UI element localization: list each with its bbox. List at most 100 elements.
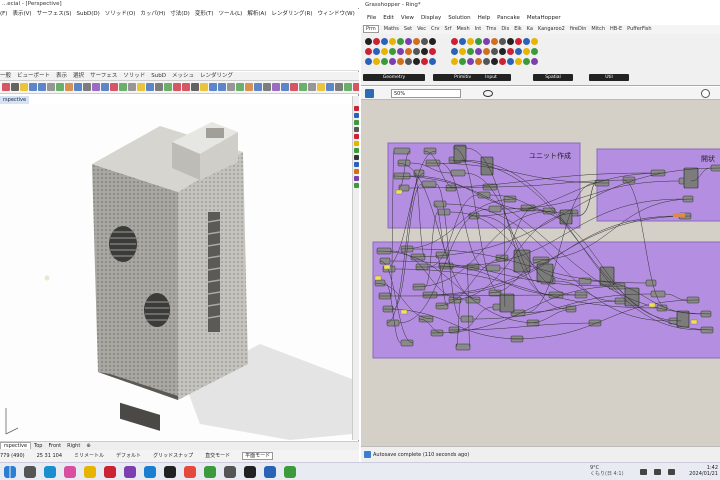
rhino-tool-icon[interactable] <box>146 83 154 91</box>
windows-start-icon[interactable] <box>4 466 16 478</box>
rhino-menu-item[interactable]: 変形(T) <box>195 11 214 17</box>
rhino-tool-icon[interactable] <box>164 83 172 91</box>
side-tool-icon[interactable] <box>353 106 359 111</box>
gh-component-icon[interactable] <box>531 38 538 45</box>
gh-component-icon[interactable] <box>405 48 412 55</box>
side-tool-icon[interactable] <box>353 141 359 146</box>
rhino-toolbar-tab[interactable]: ビューポート <box>17 73 50 79</box>
gh-panel[interactable] <box>648 302 656 308</box>
viewport-tab[interactable]: Right <box>64 443 83 449</box>
gh-component-icon[interactable] <box>515 58 522 65</box>
gh-component-icon[interactable] <box>483 38 490 45</box>
gh-component-icon[interactable] <box>491 48 498 55</box>
gh-component-icon[interactable] <box>373 58 380 65</box>
ribbon-group-label[interactable]: Util <box>589 74 629 81</box>
gh-component[interactable] <box>485 264 501 272</box>
rhino-tool-icon[interactable] <box>254 83 262 91</box>
gh-component-tab[interactable]: Crv <box>431 26 440 32</box>
rhino-status-item[interactable]: デフォルト <box>116 453 141 459</box>
clock[interactable]: 1:42 2024/01/21 <box>682 465 718 479</box>
rhino-tool-icon[interactable] <box>56 83 64 91</box>
rhino-tool-icon[interactable] <box>83 83 91 91</box>
side-tool-icon[interactable] <box>353 148 359 153</box>
rhino-tool-icon[interactable] <box>74 83 82 91</box>
gh-panel[interactable] <box>383 264 391 270</box>
gh-component-icon[interactable] <box>467 58 474 65</box>
gh-component-icon[interactable] <box>459 38 466 45</box>
rhino-tool-icon[interactable] <box>110 83 118 91</box>
gh-component[interactable] <box>460 315 474 323</box>
gh-component-tab[interactable]: HB-E <box>610 26 622 32</box>
gh-canvas[interactable]: ユニット作成 開状 <box>361 100 720 446</box>
gh-component-icon[interactable] <box>515 38 522 45</box>
rhino-status-item[interactable]: グリッドスナップ <box>153 453 193 459</box>
rhino-menu-item[interactable]: サーフェス(S) <box>37 11 72 17</box>
viewport-tab[interactable]: Top <box>31 443 45 449</box>
gh-component[interactable] <box>645 279 657 287</box>
rhino-toolbar-tab[interactable]: メッシュ <box>172 73 194 79</box>
gh-component-icon[interactable] <box>365 58 372 65</box>
rhino-menu-item[interactable]: ソリッド(O) <box>105 11 136 17</box>
rhino-tool-icon[interactable] <box>200 83 208 91</box>
gh-component[interactable] <box>450 169 466 177</box>
rhino-toolbar-tab[interactable]: ソリッド <box>123 73 145 79</box>
rhino-tool-icon[interactable] <box>227 83 235 91</box>
gh-menu-item[interactable]: Display <box>421 15 441 21</box>
rhino-icon[interactable] <box>244 466 256 478</box>
gh-menu-item[interactable]: Pancake <box>497 15 520 21</box>
app-icon[interactable] <box>124 466 136 478</box>
gh-panel[interactable] <box>400 309 408 315</box>
rhino-tool-icon[interactable] <box>308 83 316 91</box>
ribbon-group-label[interactable]: Geometry <box>363 74 425 81</box>
gh-component-icon[interactable] <box>491 38 498 45</box>
gh-component-icon[interactable] <box>381 58 388 65</box>
rhino-status-item[interactable]: 平面モード <box>242 452 274 460</box>
gh-component-icon[interactable] <box>483 48 490 55</box>
rhino-menu-item[interactable]: ツール(L) <box>218 11 242 17</box>
gh-component-icon[interactable] <box>365 48 372 55</box>
gh-component-icon[interactable] <box>429 38 436 45</box>
gh-component-tab[interactable]: Set <box>404 26 412 32</box>
side-tool-icon[interactable] <box>353 134 359 139</box>
rhino-tool-icon[interactable] <box>335 83 343 91</box>
rhino-tool-icon[interactable] <box>317 83 325 91</box>
gh-component-icon[interactable] <box>475 58 482 65</box>
gh-component[interactable] <box>683 167 699 189</box>
gh-component-icon[interactable] <box>381 38 388 45</box>
gh-component-icon[interactable] <box>397 38 404 45</box>
gh-component[interactable] <box>499 293 515 313</box>
rhino-tool-icon[interactable] <box>344 83 352 91</box>
rhino-status-item[interactable]: 25 31 104 <box>37 453 62 459</box>
gh-component-icon[interactable] <box>523 58 530 65</box>
gh-component-tab[interactable]: Mitch <box>591 26 605 32</box>
gh-component[interactable] <box>559 209 573 225</box>
rhino-tool-icon[interactable] <box>92 83 100 91</box>
gh-component-icon[interactable] <box>491 58 498 65</box>
rhino-tool-icon[interactable] <box>353 83 359 91</box>
rhino-tool-icon[interactable] <box>218 83 226 91</box>
zoom-select[interactable]: 50% <box>391 89 461 98</box>
gh-component-icon[interactable] <box>397 48 404 55</box>
rhino-tool-icon[interactable] <box>299 83 307 91</box>
viewport-tab[interactable]: rspective <box>0 442 32 449</box>
search-icon[interactable] <box>24 466 36 478</box>
gh-menu-item[interactable]: Solution <box>448 15 470 21</box>
gh-component-icon[interactable] <box>421 58 428 65</box>
rhino-tool-icon[interactable] <box>281 83 289 91</box>
rhino-toolbar-tab[interactable]: 一般 <box>0 73 11 79</box>
gh-component-tab[interactable]: fireDin <box>570 26 587 32</box>
viewport-tab[interactable]: Front <box>45 443 64 449</box>
viewport-label[interactable]: rspective <box>0 96 30 104</box>
gh-component[interactable] <box>650 290 666 298</box>
rhino-tool-icon[interactable] <box>137 83 145 91</box>
side-tool-icon[interactable] <box>353 155 359 160</box>
gh-component-icon[interactable] <box>451 58 458 65</box>
gh-component-icon[interactable] <box>429 48 436 55</box>
rhino-tool-icon[interactable] <box>128 83 136 91</box>
chrome-icon[interactable] <box>184 466 196 478</box>
gh-menu-item[interactable]: View <box>401 15 414 21</box>
gh-component-tab[interactable]: Int <box>475 26 482 32</box>
rhino-tool-icon[interactable] <box>245 83 253 91</box>
side-tool-icon[interactable] <box>353 169 359 174</box>
rhino-menu-item[interactable]: 表示(V) <box>12 11 31 17</box>
